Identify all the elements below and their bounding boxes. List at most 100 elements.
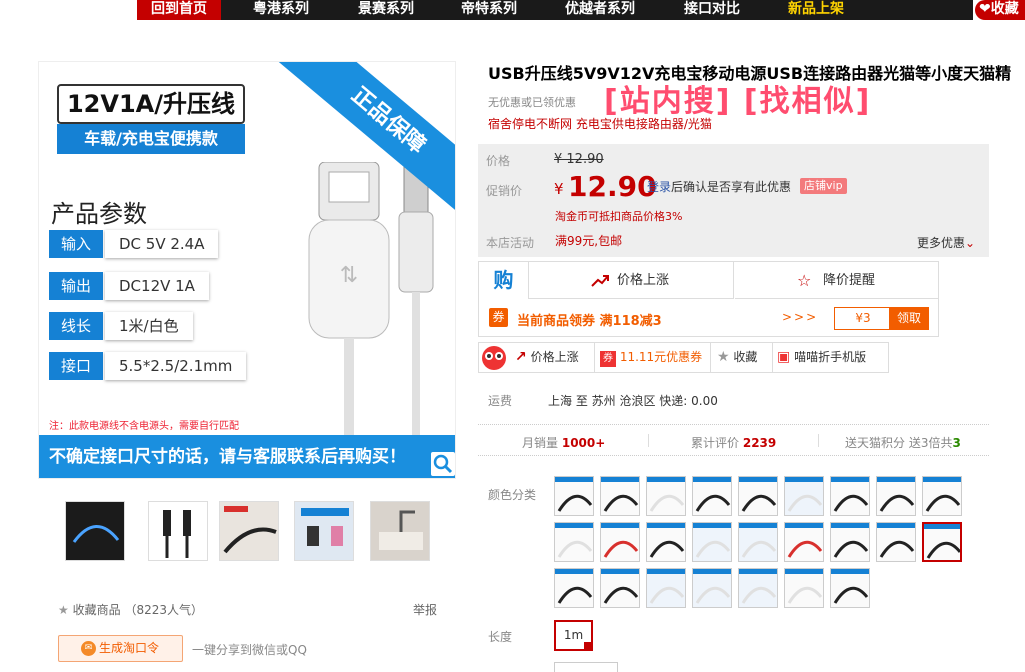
qr-code-icon: ▣ bbox=[777, 349, 791, 365]
login-link[interactable]: 登录 bbox=[647, 180, 671, 194]
price-tracker-box: 购 价格上涨 ☆ 降价提醒 券 当前商品领券 满118减3 >>> ¥3 领取 bbox=[478, 261, 939, 337]
color-swatch[interactable] bbox=[922, 476, 962, 516]
tool-collect[interactable]: ★ 收藏 bbox=[717, 343, 757, 372]
color-swatch[interactable] bbox=[554, 568, 594, 608]
current-price: 12.90 bbox=[568, 170, 657, 203]
param-row: 接口 5.5*2.5/2.1mm bbox=[49, 352, 247, 380]
color-swatch[interactable] bbox=[738, 476, 778, 516]
color-swatch[interactable] bbox=[600, 476, 640, 516]
owl-icon bbox=[482, 346, 506, 370]
color-swatch[interactable] bbox=[738, 522, 778, 562]
cable-swatch-icon bbox=[647, 569, 685, 604]
tool-mobile[interactable]: ▣ 喵喵折手机版 bbox=[777, 343, 866, 372]
share-text: 一键分享到微信或QQ bbox=[192, 643, 307, 657]
tool-collect-label: 收藏 bbox=[733, 350, 758, 364]
promo-price-label: 促销价 bbox=[486, 184, 523, 198]
cable-thumb-icon bbox=[379, 510, 423, 550]
image-subhead: 车载/充电宝便携款 bbox=[57, 124, 245, 154]
price-label: 价格 bbox=[486, 154, 511, 168]
search-links[interactable]: [站内搜] [找相似] bbox=[604, 76, 871, 120]
tool-coupon[interactable]: 券 11.11元优惠券 bbox=[600, 343, 702, 372]
color-swatch[interactable] bbox=[554, 476, 594, 516]
param-value: DC 5V 2.4A bbox=[105, 230, 219, 258]
checkmark-icon bbox=[584, 642, 592, 650]
price-rise-button[interactable]: 价格上涨 bbox=[529, 262, 734, 299]
color-swatch[interactable] bbox=[784, 522, 824, 562]
nav-item-new[interactable]: 新品上架 bbox=[788, 0, 844, 20]
coupon-amount: ¥3 bbox=[834, 307, 892, 330]
cable-illustration: ⇅ bbox=[308, 162, 434, 452]
color-swatch[interactable] bbox=[830, 522, 870, 562]
coupon-small-icon: 券 bbox=[600, 351, 616, 367]
param-value: DC12V 1A bbox=[105, 272, 209, 300]
svg-text:⇅: ⇅ bbox=[340, 263, 358, 288]
color-swatch[interactable] bbox=[646, 568, 686, 608]
color-swatch[interactable] bbox=[830, 568, 870, 608]
color-swatch[interactable] bbox=[830, 476, 870, 516]
price-drop-label: 降价提醒 bbox=[823, 273, 876, 288]
review-count[interactable]: 累计评价 2239 bbox=[691, 434, 776, 451]
report-link[interactable]: 举报 bbox=[413, 601, 437, 618]
stats-bar: 月销量 1000+ 累计评价 2239 送天猫积分 送3倍共3 bbox=[478, 424, 989, 456]
monthly-sales-value: 1000+ bbox=[561, 436, 606, 450]
cable-swatch-icon bbox=[831, 477, 869, 512]
color-swatch[interactable] bbox=[738, 568, 778, 608]
thumbnail-1[interactable] bbox=[65, 501, 125, 561]
color-swatch[interactable] bbox=[600, 522, 640, 562]
get-coupon-button[interactable]: 领取 bbox=[889, 307, 929, 330]
nav-item-compare[interactable]: 接口对比 bbox=[684, 0, 740, 20]
heart-icon: ❤ bbox=[979, 1, 991, 17]
divider bbox=[594, 343, 595, 372]
coupon-icon: 券 bbox=[489, 308, 508, 327]
product-subtitle: 宿舍停电不断网 充电宝供电接路由器/光猫 bbox=[488, 117, 712, 131]
thumbnail-2[interactable] bbox=[148, 501, 208, 561]
thumbnail-3[interactable] bbox=[219, 501, 279, 561]
price-drop-alert-button[interactable]: ☆ 降价提醒 bbox=[735, 262, 939, 299]
shop-vip-badge[interactable]: 店铺vip bbox=[800, 178, 847, 194]
color-swatch[interactable] bbox=[692, 476, 732, 516]
generate-taokouling-button[interactable]: ✉ 生成淘口令 bbox=[58, 635, 183, 662]
color-swatch[interactable] bbox=[784, 568, 824, 608]
color-swatch[interactable] bbox=[876, 522, 916, 562]
param-row: 输入 DC 5V 2.4A bbox=[49, 230, 221, 258]
color-swatch[interactable] bbox=[600, 568, 640, 608]
color-swatch[interactable] bbox=[554, 522, 594, 562]
color-swatch[interactable] bbox=[692, 522, 732, 562]
cable-thumb-icon bbox=[301, 508, 349, 546]
quantity-stepper[interactable] bbox=[554, 662, 618, 672]
top-nav: 回到首页 粤港系列 景赛系列 帝特系列 优越者系列 接口对比 新品上架 ❤收藏 bbox=[0, 0, 1025, 20]
color-swatch[interactable] bbox=[646, 476, 686, 516]
nav-item-diteng[interactable]: 帝特系列 bbox=[461, 0, 517, 20]
login-note: 登录后确认是否享有此优惠 bbox=[647, 178, 791, 195]
color-swatch[interactable] bbox=[922, 522, 962, 562]
more-discounts[interactable]: 更多优惠⌄ bbox=[917, 234, 975, 251]
param-key: 输出 bbox=[49, 272, 103, 300]
nav-home[interactable]: 回到首页 bbox=[137, 0, 221, 20]
shipping-info[interactable]: 上海 至 苏州 沧浪区 快递: 0.00 bbox=[548, 392, 718, 409]
param-row: 输出 DC12V 1A bbox=[49, 272, 221, 300]
main-product-image[interactable]: ⇅ 正品保障 12V1A/升压线 车载/充电宝便携款 产品参数 输入 DC 5V… bbox=[38, 61, 456, 479]
nav-item-yuegang[interactable]: 粤港系列 bbox=[253, 0, 309, 20]
nav-favorite[interactable]: ❤收藏 bbox=[975, 0, 1025, 20]
param-key: 接口 bbox=[49, 352, 103, 380]
zoom-button[interactable] bbox=[431, 452, 455, 476]
cable-swatch-icon bbox=[877, 523, 915, 558]
color-swatch[interactable] bbox=[646, 522, 686, 562]
cable-swatch-icon bbox=[739, 523, 777, 558]
length-option-1m[interactable]: 1m bbox=[554, 620, 593, 651]
color-swatch[interactable] bbox=[692, 568, 732, 608]
cable-thumb-icon bbox=[163, 510, 191, 558]
star-icon: ★ bbox=[717, 349, 730, 365]
nav-item-jingsai[interactable]: 景赛系列 bbox=[358, 0, 414, 20]
tmall-points-value: 3 bbox=[952, 436, 961, 450]
nav-item-youyuezhe[interactable]: 优越者系列 bbox=[565, 0, 635, 20]
chevron-down-icon: ⌄ bbox=[965, 236, 976, 250]
thumbnail-4[interactable] bbox=[294, 501, 354, 561]
tools-strip: ↗ 价格上涨 券 11.11元优惠券 ★ 收藏 ▣ 喵喵折手机版 bbox=[478, 342, 889, 373]
thumbnail-5[interactable] bbox=[370, 501, 430, 561]
cable-swatch-icon bbox=[923, 477, 961, 512]
color-swatch[interactable] bbox=[784, 476, 824, 516]
color-swatch[interactable] bbox=[876, 476, 916, 516]
favorite-product[interactable]: ★ 收藏商品 （8223人气） bbox=[58, 601, 203, 618]
tool-price-rise[interactable]: ↗ 价格上涨 bbox=[515, 343, 579, 372]
